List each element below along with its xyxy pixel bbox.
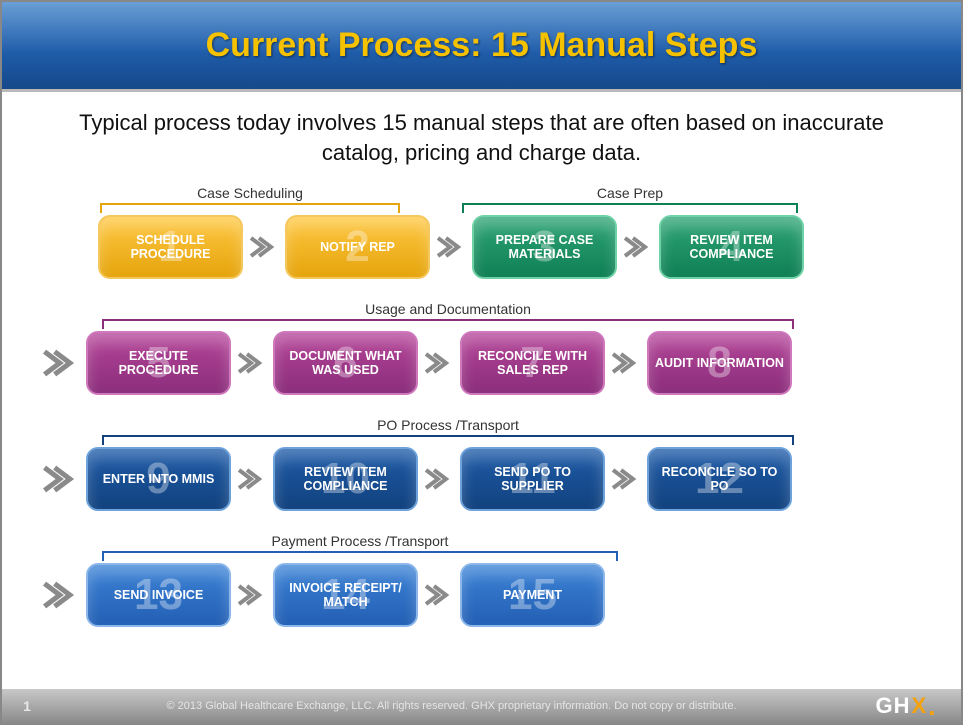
process-diagram: Case Scheduling Case Prep 1SCHEDULE PROC…	[2, 177, 961, 627]
arrow-icon	[237, 464, 267, 494]
arrow-icon	[436, 232, 466, 262]
arrow-icon	[249, 232, 279, 262]
bracket-payment	[102, 551, 618, 561]
step-2: 2NOTIFY REP	[285, 215, 430, 279]
copyright-text: © 2013 Global Healthcare Exchange, LLC. …	[52, 700, 851, 712]
phase-row-1: Case Scheduling Case Prep 1SCHEDULE PROC…	[42, 185, 921, 279]
arrow-icon	[237, 580, 267, 610]
step-9: 9ENTER INTO MMIS	[86, 447, 231, 511]
step-10: 10REVIEW ITEM COMPLIANCE	[273, 447, 418, 511]
slide-subhead: Typical process today involves 15 manual…	[2, 92, 961, 177]
step-11: 11SEND PO TO SUPPLIER	[460, 447, 605, 511]
step-3: 3PREPARE CASE MATERIALS	[472, 215, 617, 279]
bracket-po	[102, 435, 794, 445]
arrow-icon	[611, 464, 641, 494]
step-12: 12RECONCILE SO TO PO	[647, 447, 792, 511]
group-label-usage: Usage and Documentation	[102, 301, 794, 317]
group-label-caseprep: Case Prep	[462, 185, 798, 201]
phase-row-2: Usage and Documentation 5EXECUTE PROCEDU…	[42, 301, 921, 395]
arrow-icon	[237, 348, 267, 378]
phase-row-4: Payment Process /Transport 13SEND INVOIC…	[42, 533, 921, 627]
step-1: 1SCHEDULE PROCEDURE	[98, 215, 243, 279]
arrow-icon	[424, 464, 454, 494]
step-14: 14INVOICE RECEIPT/ MATCH	[273, 563, 418, 627]
slide-footer: 1 © 2013 Global Healthcare Exchange, LLC…	[2, 689, 961, 723]
page-number: 1	[2, 698, 52, 714]
arrow-icon	[611, 348, 641, 378]
step-13: 13SEND INVOICE	[86, 563, 231, 627]
group-label-po: PO Process /Transport	[102, 417, 794, 433]
bracket-scheduling	[100, 203, 400, 213]
return-arrow-icon	[42, 344, 80, 382]
step-15: 15PAYMENT	[460, 563, 605, 627]
logo-x: X	[912, 693, 928, 719]
return-arrow-icon	[42, 576, 80, 614]
arrow-icon	[424, 580, 454, 610]
group-label-payment: Payment Process /Transport	[102, 533, 618, 549]
return-arrow-icon	[42, 460, 80, 498]
phase-row-3: PO Process /Transport 9ENTER INTO MMIS 1…	[42, 417, 921, 511]
arrow-icon	[623, 232, 653, 262]
bracket-usage	[102, 319, 794, 329]
slide-header: Current Process: 15 Manual Steps	[2, 2, 961, 92]
arrow-icon	[424, 348, 454, 378]
step-7: 7RECONCILE WITH SALES REP	[460, 331, 605, 395]
group-label-scheduling: Case Scheduling	[100, 185, 400, 201]
step-6: 6DOCUMENT WHAT WAS USED	[273, 331, 418, 395]
slide-title: Current Process: 15 Manual Steps	[206, 26, 758, 65]
step-4: 4REVIEW ITEM COMPLIANCE	[659, 215, 804, 279]
step-8: 8AUDIT INFORMATION	[647, 331, 792, 395]
bracket-caseprep	[462, 203, 798, 213]
step-5: 5EXECUTE PROCEDURE	[86, 331, 231, 395]
ghx-logo: GHX.	[851, 693, 961, 719]
logo-gh: GH	[876, 693, 911, 719]
